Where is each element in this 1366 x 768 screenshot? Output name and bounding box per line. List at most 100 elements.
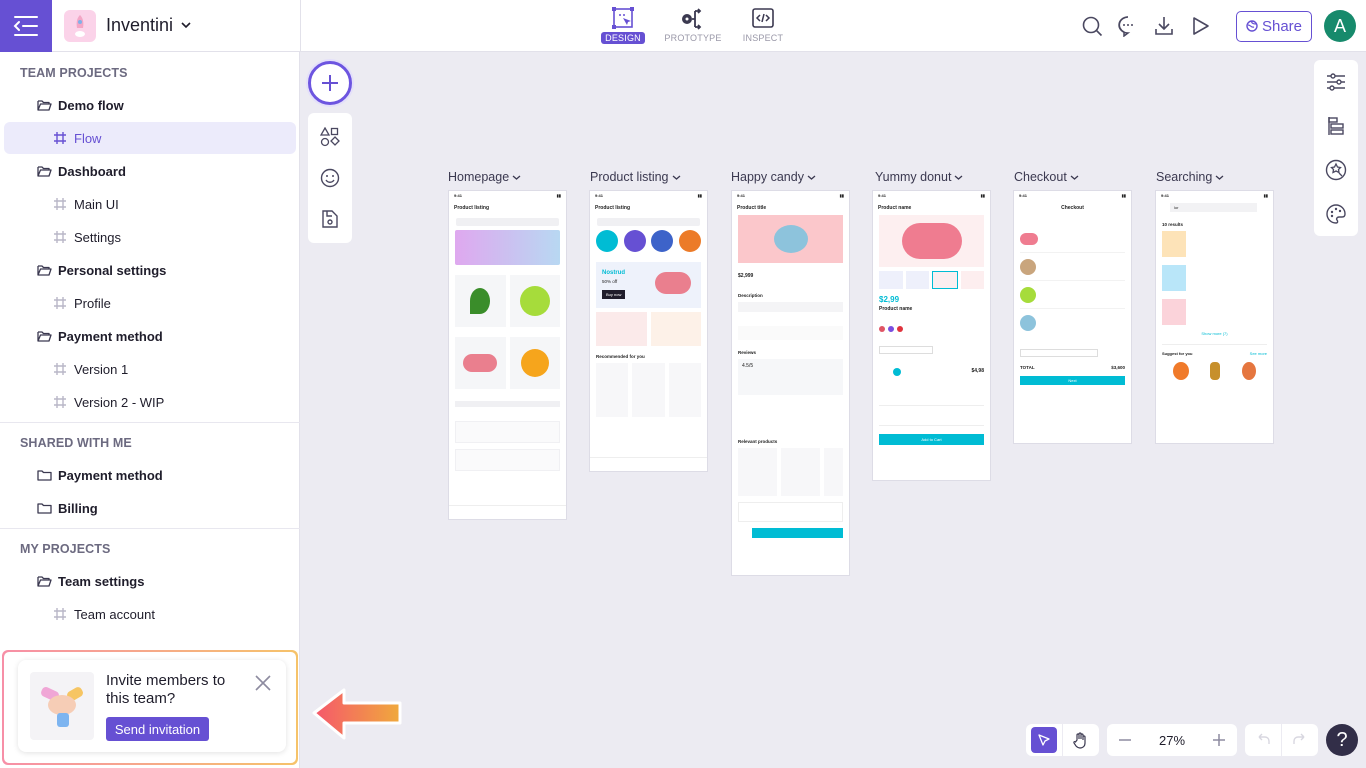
- menu-collapse-icon: [13, 16, 38, 36]
- frame-product-listing[interactable]: 9:41 ▮▮ Product listing Nostrud 50% off B…: [590, 191, 707, 471]
- search-icon: [1082, 16, 1103, 37]
- frame-header: Product listing: [595, 205, 630, 211]
- sidebar-page[interactable]: Version 1: [4, 353, 296, 385]
- product-card: [509, 275, 560, 327]
- frame-icon: [54, 231, 66, 243]
- mode-label: DESIGN: [601, 32, 645, 44]
- palette-icon[interactable]: [1325, 203, 1347, 225]
- frame-icon: [54, 363, 66, 375]
- sidebar-page[interactable]: Flow: [4, 122, 296, 154]
- frame-label-homepage[interactable]: Homepage: [448, 170, 521, 184]
- folder-open-icon: [36, 330, 52, 342]
- top-bar: Inventini DESIGN PROTOTYPE INSPECT Share…: [0, 0, 1366, 52]
- undo-icon: [1258, 733, 1270, 744]
- frame-icon: [52, 361, 68, 377]
- sidebar-page[interactable]: Version 2 - WIP: [4, 386, 296, 418]
- search-button[interactable]: [1074, 8, 1110, 44]
- download-button[interactable]: [1146, 8, 1182, 44]
- frame-label-product-listing[interactable]: Product listing: [590, 170, 681, 184]
- sidebar-page[interactable]: Main UI: [4, 188, 296, 220]
- frame-label-yummy-donut[interactable]: Yummy donut: [875, 170, 963, 184]
- magic-wand-icon[interactable]: [1325, 159, 1347, 181]
- mode-design[interactable]: DESIGN: [594, 6, 652, 44]
- frame-searching[interactable]: 9:41 ▮▮ lor 10 results Show more (7) Sugg…: [1156, 191, 1273, 443]
- layers-icon[interactable]: [1325, 115, 1347, 137]
- select-tool-button[interactable]: [1031, 727, 1057, 753]
- add-button[interactable]: [308, 61, 352, 105]
- sidebar-page[interactable]: Settings: [4, 221, 296, 253]
- chevron-down-icon: [672, 175, 680, 180]
- sidebar-folder[interactable]: Billing: [4, 492, 296, 524]
- app-name[interactable]: Inventini: [106, 15, 173, 36]
- divider: [0, 422, 300, 423]
- help-button[interactable]: ?: [1326, 724, 1358, 756]
- hand-tool-button[interactable]: [1063, 724, 1099, 756]
- folder-icon: [36, 97, 52, 113]
- sliders-icon[interactable]: [1325, 71, 1347, 93]
- mode-prototype[interactable]: PROTOTYPE: [664, 6, 722, 44]
- tool-select-group: [1026, 724, 1099, 756]
- see-all-bar: [455, 401, 560, 407]
- frame-homepage[interactable]: 9:41 ▮▮ Product listing: [449, 191, 566, 519]
- section-title: Description: [738, 293, 763, 298]
- status-bar: 9:41 ▮▮: [737, 193, 844, 198]
- collapse-sidebar-button[interactable]: [0, 0, 52, 52]
- results-count: 10 results: [1162, 222, 1184, 227]
- zoom-out-button[interactable]: [1107, 724, 1143, 756]
- comments-button[interactable]: [1110, 8, 1146, 44]
- file-icon[interactable]: [320, 209, 340, 229]
- send-invitation-button[interactable]: Send invitation: [106, 717, 209, 741]
- minus-icon: [1119, 739, 1131, 741]
- chevron-down-icon: [807, 175, 816, 180]
- frame-icon: [54, 396, 66, 408]
- frame-header: Checkout: [1061, 205, 1084, 211]
- share-button[interactable]: Share: [1236, 10, 1312, 42]
- sidebar-folder[interactable]: Payment method: [4, 320, 296, 352]
- frame-icon: [52, 394, 68, 410]
- status-bar: 9:41 ▮▮: [454, 193, 561, 198]
- sidebar-item-label: Version 2 - WIP: [74, 394, 165, 410]
- sidebar-item-label: Dashboard: [58, 163, 126, 179]
- frame-label-searching[interactable]: Searching: [1156, 170, 1224, 184]
- price: $2,999: [738, 273, 754, 279]
- hand-icon: [1073, 732, 1086, 749]
- frame-checkout[interactable]: 9:41 ▮▮ Checkout TOTAL $3,600 Next: [1014, 191, 1131, 443]
- sidebar-folder[interactable]: Team settings: [4, 565, 296, 597]
- app-logo: [64, 10, 96, 42]
- sidebar-folder[interactable]: Personal settings: [4, 254, 296, 286]
- redo-button[interactable]: [1282, 724, 1318, 756]
- play-button[interactable]: [1182, 8, 1218, 44]
- frame-label-happy-candy[interactable]: Happy candy: [731, 170, 816, 184]
- sidebar-folder[interactable]: Dashboard: [4, 155, 296, 187]
- frame-header: Product name: [878, 205, 912, 211]
- frame-happy-candy[interactable]: 9:41 ▮▮ Product title $2,999 Description …: [732, 191, 849, 575]
- frame-label-checkout[interactable]: Checkout: [1014, 170, 1079, 184]
- sidebar-page[interactable]: Team account: [4, 598, 296, 630]
- frame-icon: [52, 196, 68, 212]
- sidebar-page[interactable]: Profile: [4, 287, 296, 319]
- globe-icon: [1246, 20, 1258, 32]
- close-icon[interactable]: [254, 674, 272, 692]
- sidebar-item-label: Team settings: [58, 573, 145, 589]
- shapes-icon[interactable]: [320, 127, 340, 147]
- list-item: [455, 421, 560, 443]
- promo-button: Buy now: [602, 290, 626, 299]
- mode-switcher: DESIGN PROTOTYPE INSPECT: [594, 6, 792, 44]
- frame-yummy-donut[interactable]: 9:41 ▮▮ Product name $2,99 Product name $…: [873, 191, 990, 480]
- question-icon: ?: [1336, 728, 1348, 751]
- zoom-level[interactable]: 27%: [1143, 733, 1201, 748]
- sidebar-folder[interactable]: Demo flow: [4, 89, 296, 121]
- sidebar-folder[interactable]: Payment method: [4, 459, 296, 491]
- chevron-down-icon[interactable]: [180, 20, 192, 30]
- sidebar-item-label: Profile: [74, 295, 111, 311]
- emoji-icon[interactable]: [320, 168, 340, 188]
- see-more: See more: [1249, 351, 1267, 356]
- sidebar-item-label: Flow: [74, 130, 102, 146]
- mode-inspect[interactable]: INSPECT: [734, 6, 792, 44]
- user-avatar[interactable]: A: [1324, 10, 1356, 42]
- hands-icon: [41, 686, 83, 727]
- undo-button[interactable]: [1245, 724, 1281, 756]
- zoom-in-button[interactable]: [1201, 724, 1237, 756]
- comment-icon: [1118, 16, 1133, 37]
- chevron-down-icon: [955, 175, 963, 180]
